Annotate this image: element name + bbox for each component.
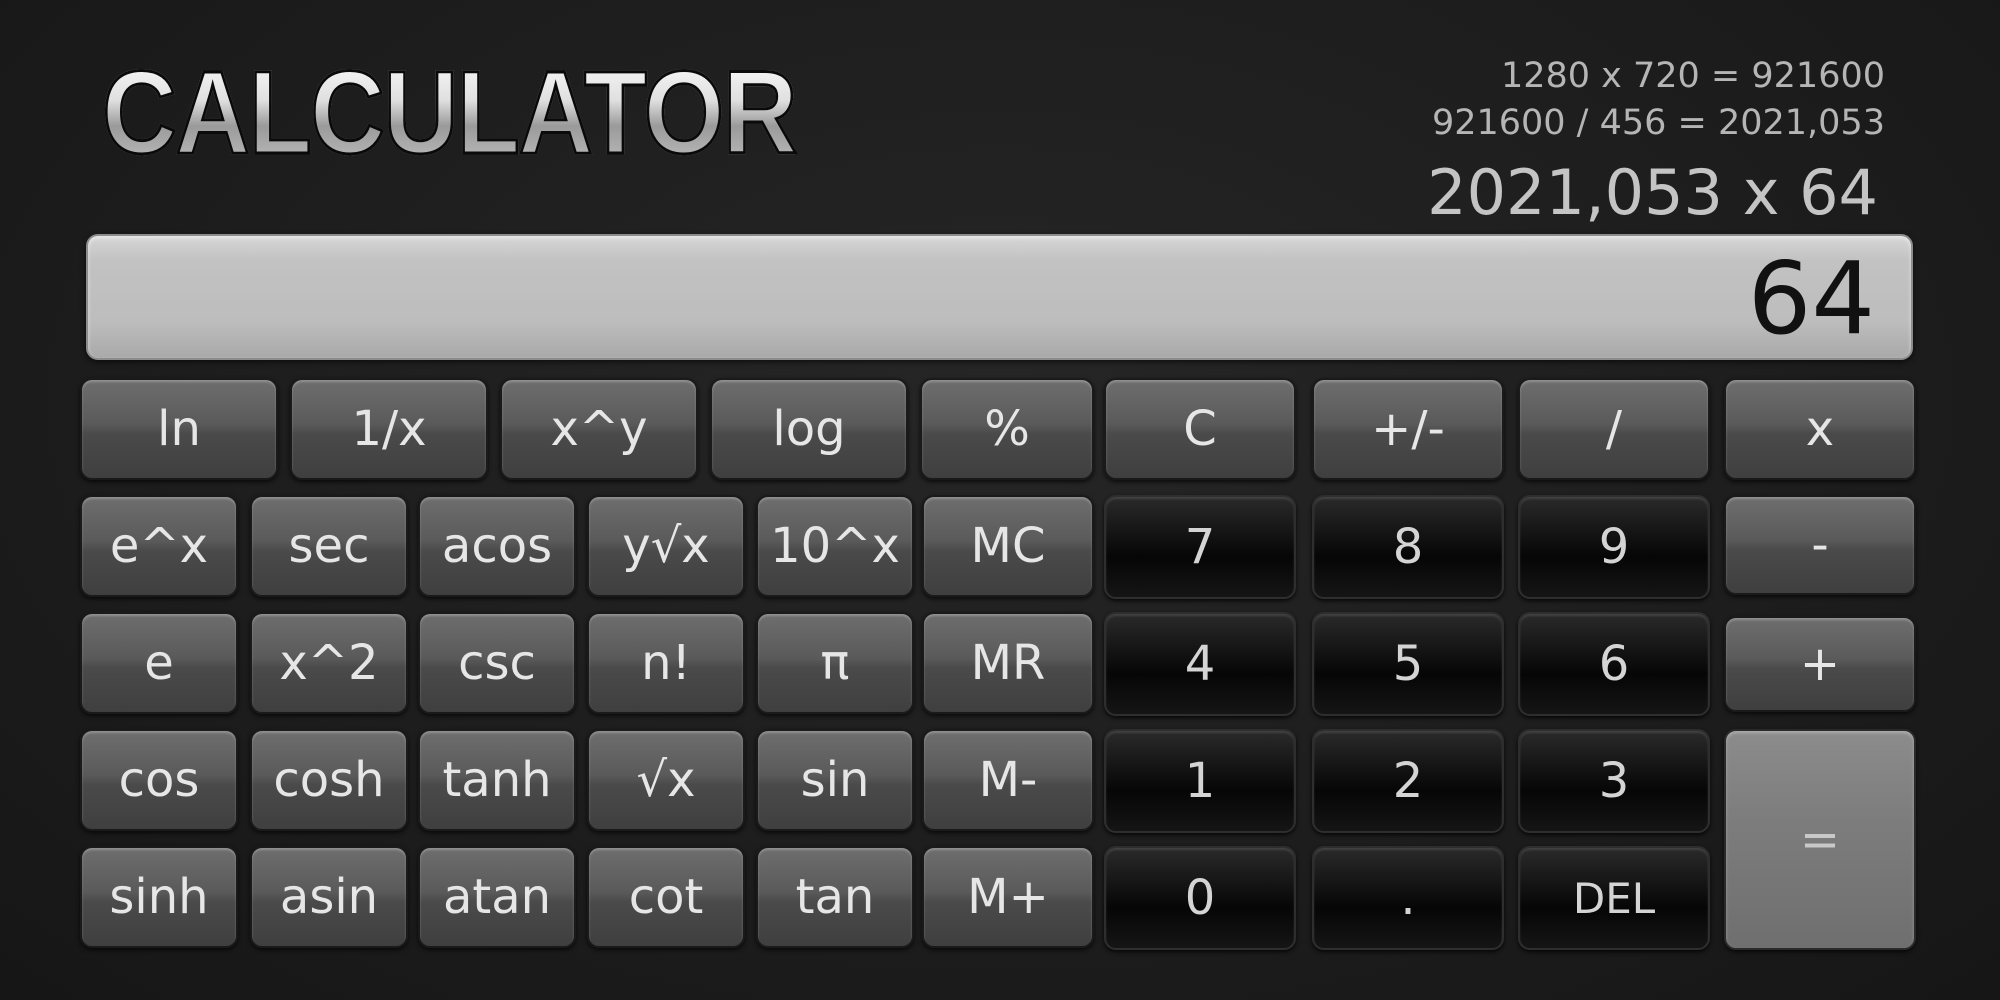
digit-0-button[interactable]: 0 bbox=[1104, 846, 1296, 950]
multiply-button[interactable]: x bbox=[1724, 378, 1916, 480]
sinh-button[interactable]: sinh bbox=[80, 846, 238, 948]
digit-7-button[interactable]: 7 bbox=[1104, 495, 1296, 599]
memory-clear-button[interactable]: MC bbox=[922, 495, 1094, 597]
sin-button[interactable]: sin bbox=[756, 729, 914, 831]
power-button[interactable]: x^y bbox=[500, 378, 698, 480]
cot-button[interactable]: cot bbox=[587, 846, 745, 948]
digit-8-button[interactable]: 8 bbox=[1312, 495, 1504, 599]
e-constant-button[interactable]: e bbox=[80, 612, 238, 714]
atan-button[interactable]: atan bbox=[418, 846, 576, 948]
digit-1-button[interactable]: 1 bbox=[1104, 729, 1296, 833]
acos-button[interactable]: acos bbox=[418, 495, 576, 597]
ln-button[interactable]: ln bbox=[80, 378, 278, 480]
digit-9-button[interactable]: 9 bbox=[1518, 495, 1710, 599]
result-display: 64 bbox=[86, 234, 1913, 360]
tanh-button[interactable]: tanh bbox=[418, 729, 576, 831]
decimal-button[interactable]: . bbox=[1312, 846, 1504, 950]
yroot-button[interactable]: y√x bbox=[587, 495, 745, 597]
percent-button[interactable]: % bbox=[920, 378, 1094, 480]
factorial-button[interactable]: n! bbox=[587, 612, 745, 714]
digit-3-button[interactable]: 3 bbox=[1518, 729, 1710, 833]
equals-button[interactable]: = bbox=[1724, 729, 1916, 950]
memory-add-button[interactable]: M+ bbox=[922, 846, 1094, 948]
history-line-2: 921600 / 456 = 2021,053 bbox=[1431, 103, 1885, 143]
square-button[interactable]: x^2 bbox=[250, 612, 408, 714]
clear-button[interactable]: C bbox=[1104, 378, 1296, 480]
digit-2-button[interactable]: 2 bbox=[1312, 729, 1504, 833]
sec-button[interactable]: sec bbox=[250, 495, 408, 597]
reciprocal-button[interactable]: 1/x bbox=[290, 378, 488, 480]
calculator-app: CALCULATOR 1280 x 720 = 921600 921600 / … bbox=[0, 0, 2000, 1000]
app-title: CALCULATOR bbox=[101, 47, 799, 180]
log-button[interactable]: log bbox=[710, 378, 908, 480]
exp-button[interactable]: e^x bbox=[80, 495, 238, 597]
display-value: 64 bbox=[1747, 240, 1875, 357]
current-expression: 2021,053 x 64 bbox=[1427, 156, 1878, 229]
cosh-button[interactable]: cosh bbox=[250, 729, 408, 831]
sqrt-button[interactable]: √x bbox=[587, 729, 745, 831]
cos-button[interactable]: cos bbox=[80, 729, 238, 831]
csc-button[interactable]: csc bbox=[418, 612, 576, 714]
history-line-1: 1280 x 720 = 921600 bbox=[1500, 56, 1885, 96]
negate-button[interactable]: +/- bbox=[1312, 378, 1504, 480]
digit-4-button[interactable]: 4 bbox=[1104, 612, 1296, 716]
subtract-button[interactable]: - bbox=[1724, 495, 1916, 595]
divide-button[interactable]: / bbox=[1518, 378, 1710, 480]
add-button[interactable]: + bbox=[1724, 616, 1916, 712]
memory-subtract-button[interactable]: M- bbox=[922, 729, 1094, 831]
delete-button[interactable]: DEL bbox=[1518, 846, 1710, 950]
digit-6-button[interactable]: 6 bbox=[1518, 612, 1710, 716]
pi-button[interactable]: π bbox=[756, 612, 914, 714]
asin-button[interactable]: asin bbox=[250, 846, 408, 948]
pow10-button[interactable]: 10^x bbox=[756, 495, 914, 597]
memory-recall-button[interactable]: MR bbox=[922, 612, 1094, 714]
digit-5-button[interactable]: 5 bbox=[1312, 612, 1504, 716]
tan-button[interactable]: tan bbox=[756, 846, 914, 948]
